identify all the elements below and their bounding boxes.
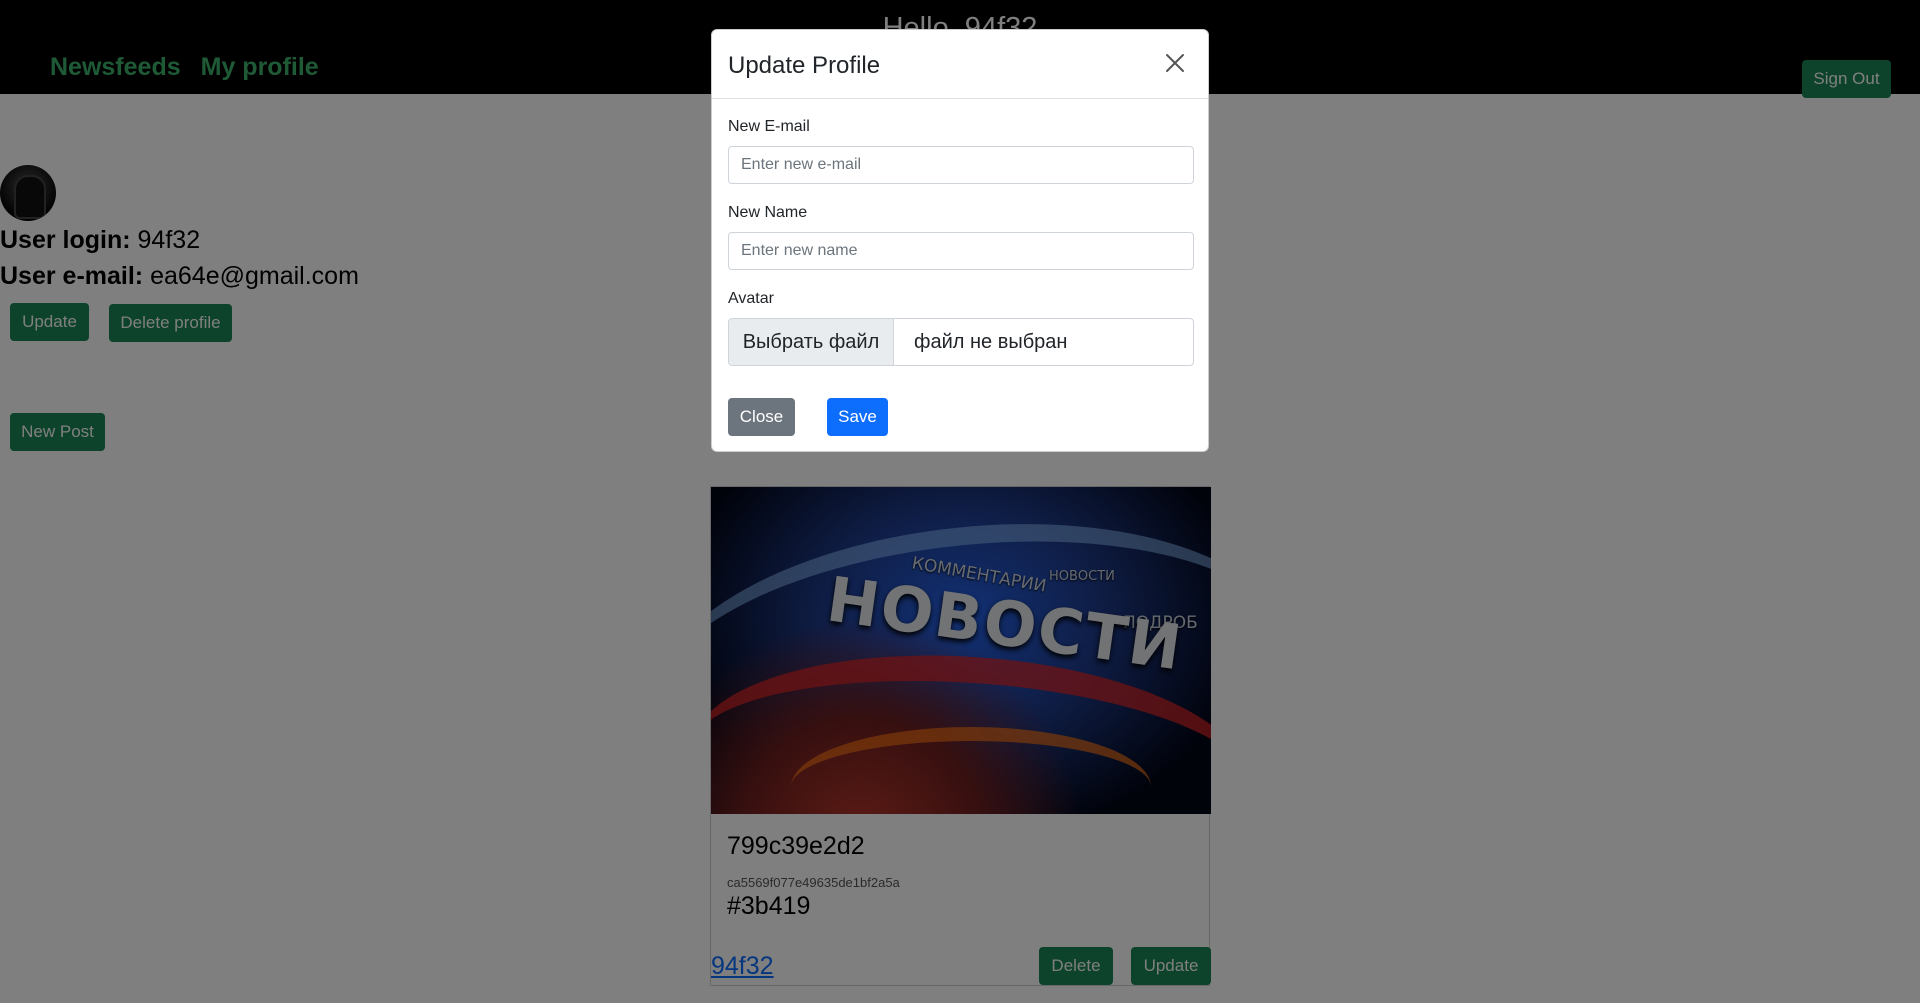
email-field-label: New E-mail [728, 118, 810, 135]
choose-file-button[interactable]: Выбрать файл [729, 319, 894, 365]
avatar-field-label: Avatar [728, 290, 774, 307]
email-field[interactable] [728, 146, 1194, 184]
name-field-label: New Name [728, 204, 808, 221]
update-profile-modal: Update Profile New E-mail New Name Avata… [711, 29, 1209, 452]
save-button[interactable]: Save [827, 398, 888, 436]
avatar-file-input[interactable]: Выбрать файл файл не выбран [728, 318, 1194, 366]
modal-header: Update Profile [712, 30, 1208, 99]
close-button[interactable]: Close [728, 398, 795, 436]
name-field[interactable] [728, 232, 1194, 270]
modal-title: Update Profile [728, 52, 881, 79]
file-status-text: файл не выбран [914, 330, 1068, 353]
close-icon[interactable] [1164, 52, 1186, 74]
